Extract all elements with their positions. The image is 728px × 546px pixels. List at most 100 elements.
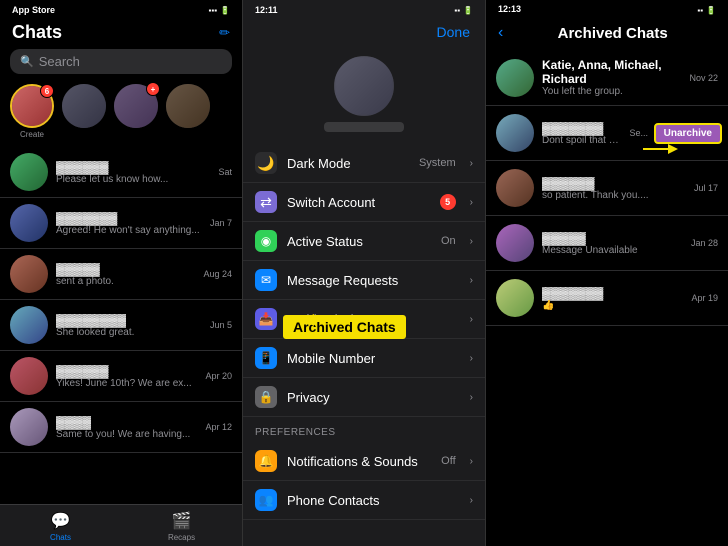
archived-chat-item-4[interactable]: ▓▓▓▓▓ Message Unavailable Jan 28: [486, 216, 728, 271]
table-row[interactable]: ▓▓▓▓▓▓ Yikes! June 10th? We are ex... Ap…: [0, 351, 242, 402]
chat-preview: sent a photo.: [56, 276, 195, 287]
back-button[interactable]: ‹: [498, 24, 503, 42]
story-avatar-create[interactable]: 6: [10, 84, 54, 128]
active-status-value: On: [441, 235, 456, 247]
archived-chat-name-5: ▓▓▓▓▓▓▓: [542, 286, 683, 300]
archived-chat-name-4: ▓▓▓▓▓: [542, 231, 683, 245]
tab-chats[interactable]: 💬 Chats: [0, 511, 121, 542]
chat-name: ▓▓▓▓▓: [56, 262, 195, 276]
profile-avatar: [334, 56, 394, 116]
status-bar-1: App Store ▪▪▪ 🔋: [0, 0, 242, 20]
archived-chat-name-2: ▓▓▓▓▓▓▓: [542, 121, 621, 135]
chat-time: Jun 5: [210, 320, 232, 330]
status-icons-3: ▪▪ 🔋: [697, 4, 716, 16]
chats-tab-label: Chats: [50, 533, 71, 542]
recaps-tab-label: Recaps: [168, 533, 195, 542]
settings-list: 🌙 Dark Mode System › ⇄ Switch Account 5 …: [243, 144, 485, 524]
phone-contacts-icon: 👥: [255, 489, 277, 511]
archived-chat-item-2-wrapper: ▓▓▓▓▓▓▓ Dont spoil that precious_baby...…: [486, 106, 728, 161]
status-bar-3: 12:13 ▪▪ 🔋: [486, 0, 728, 20]
notifications-icon: 🔔: [255, 450, 277, 472]
settings-item-dark-mode[interactable]: 🌙 Dark Mode System ›: [243, 144, 485, 183]
story-4[interactable]: [166, 84, 210, 139]
archived-chat-preview-1: You left the group.: [542, 86, 681, 97]
table-row[interactable]: ▓▓▓▓▓▓▓▓ She looked great. Jun 5: [0, 300, 242, 351]
table-row[interactable]: ▓▓▓▓▓ sent a photo. Aug 24: [0, 249, 242, 300]
chat-time: Apr 12: [205, 422, 232, 432]
switch-account-badge: 5: [440, 194, 456, 210]
archived-chat-preview-4: Message Unavailable: [542, 245, 683, 256]
archived-chat-item-1[interactable]: Katie, Anna, Michael, Richard You left t…: [486, 50, 728, 106]
panel-archived-chats: 12:13 ▪▪ 🔋 ‹ Archived Chats Katie, Anna,…: [486, 0, 728, 546]
archived-chat-name-1: Katie, Anna, Michael, Richard: [542, 58, 681, 86]
signal-icon-3: ▪▪: [697, 6, 703, 15]
table-row[interactable]: ▓▓▓▓ Same to you! We are having... Apr 1…: [0, 402, 242, 453]
story-avatar-3[interactable]: +: [114, 84, 158, 128]
phone-contacts-label: Phone Contacts: [287, 493, 460, 508]
story-avatar-4[interactable]: [166, 84, 210, 128]
archived-chat-preview-3: so patient. Thank you....: [542, 190, 686, 201]
settings-item-mobile-number[interactable]: 📱 Mobile Number ›: [243, 339, 485, 378]
active-status-label: Active Status: [287, 234, 431, 249]
mobile-number-chevron: ›: [470, 353, 473, 364]
stories-row: 6 Create +: [0, 80, 242, 147]
archived-chat-time-2: Se...: [629, 128, 648, 138]
tab-recaps[interactable]: 🎬 Recaps: [121, 511, 242, 542]
story-avatar-2[interactable]: [62, 84, 106, 128]
table-row[interactable]: ▓▓▓▓▓▓ Please let us know how... Sat: [0, 147, 242, 198]
settings-item-privacy[interactable]: 🔒 Privacy ›: [243, 378, 485, 417]
chat-preview: She looked great.: [56, 327, 202, 338]
story-2[interactable]: [62, 84, 106, 139]
dark-mode-chevron: ›: [470, 158, 473, 169]
notifications-value: Off: [441, 455, 455, 467]
notifications-label: Notifications & Sounds: [287, 454, 431, 469]
story-badge-3: +: [146, 82, 160, 96]
table-row[interactable]: ▓▓▓▓▓▓▓ Agreed! He won't say anything...…: [0, 198, 242, 249]
archived-chats-label: Archived Chats: [287, 312, 460, 327]
done-button[interactable]: Done: [437, 24, 470, 40]
active-status-icon: ◉: [255, 230, 277, 252]
archived-nav-bar: ‹ Archived Chats: [486, 20, 728, 50]
privacy-label: Privacy: [287, 390, 460, 405]
search-bar[interactable]: 🔍 Search: [10, 49, 232, 74]
settings-item-message-requests[interactable]: ✉ Message Requests ›: [243, 261, 485, 300]
chat-list: ▓▓▓▓▓▓ Please let us know how... Sat ▓▓▓…: [0, 147, 242, 453]
chats-title: Chats: [12, 22, 62, 43]
archived-chat-item-5[interactable]: ▓▓▓▓▓▓▓ 👍 Apr 19: [486, 271, 728, 326]
recaps-tab-icon: 🎬: [172, 511, 192, 531]
archived-chat-content-3: ▓▓▓▓▓▓ so patient. Thank you....: [542, 176, 686, 201]
chat-name: ▓▓▓▓▓▓: [56, 160, 210, 174]
chat-preview: Same to you! We are having...: [56, 429, 197, 440]
chats-top-bar: Chats ✏: [0, 20, 242, 49]
profile-name: [324, 122, 404, 132]
archived-chats-chevron: ›: [470, 314, 473, 325]
privacy-chevron: ›: [470, 392, 473, 403]
settings-item-active-status[interactable]: ◉ Active Status On ›: [243, 222, 485, 261]
settings-item-switch-account[interactable]: ⇄ Switch Account 5 ›: [243, 183, 485, 222]
chat-preview: Yikes! June 10th? We are ex...: [56, 378, 197, 389]
message-requests-label: Message Requests: [287, 273, 460, 288]
edit-icon[interactable]: ✏: [219, 25, 230, 41]
chat-name: ▓▓▓▓▓▓▓: [56, 211, 202, 225]
settings-item-archived-chats[interactable]: 📥 Archived Chats ›: [243, 300, 485, 339]
chat-name: ▓▓▓▓▓▓▓▓: [56, 313, 202, 327]
unarchive-button[interactable]: Unarchive: [654, 123, 722, 144]
settings-nav-bar: Done: [243, 20, 486, 48]
archived-chat-content-4: ▓▓▓▓▓ Message Unavailable: [542, 231, 683, 256]
message-requests-icon: ✉: [255, 269, 277, 291]
signal-icon-2: ▪▪: [454, 6, 460, 15]
story-create[interactable]: 6 Create: [10, 84, 54, 139]
story-badge: 6: [40, 84, 54, 98]
dark-mode-value: System: [419, 157, 456, 169]
bottom-tabs: 💬 Chats 🎬 Recaps: [0, 504, 242, 546]
story-3[interactable]: +: [114, 84, 158, 139]
archived-chat-item-3[interactable]: ▓▓▓▓▓▓ so patient. Thank you.... Jul 17: [486, 161, 728, 216]
switch-account-label: Switch Account: [287, 195, 430, 210]
signal-icon: ▪▪▪: [209, 6, 218, 15]
message-requests-chevron: ›: [470, 275, 473, 286]
status-bar-2: 12:11 ▪▪ 🔋: [243, 0, 485, 20]
settings-item-phone-contacts[interactable]: 👥 Phone Contacts ›: [243, 481, 485, 520]
chat-time: Apr 20: [205, 371, 232, 381]
archived-chat-preview-2: Dont spoil that precious_baby...: [542, 135, 621, 146]
settings-item-notifications[interactable]: 🔔 Notifications & Sounds Off ›: [243, 442, 485, 481]
